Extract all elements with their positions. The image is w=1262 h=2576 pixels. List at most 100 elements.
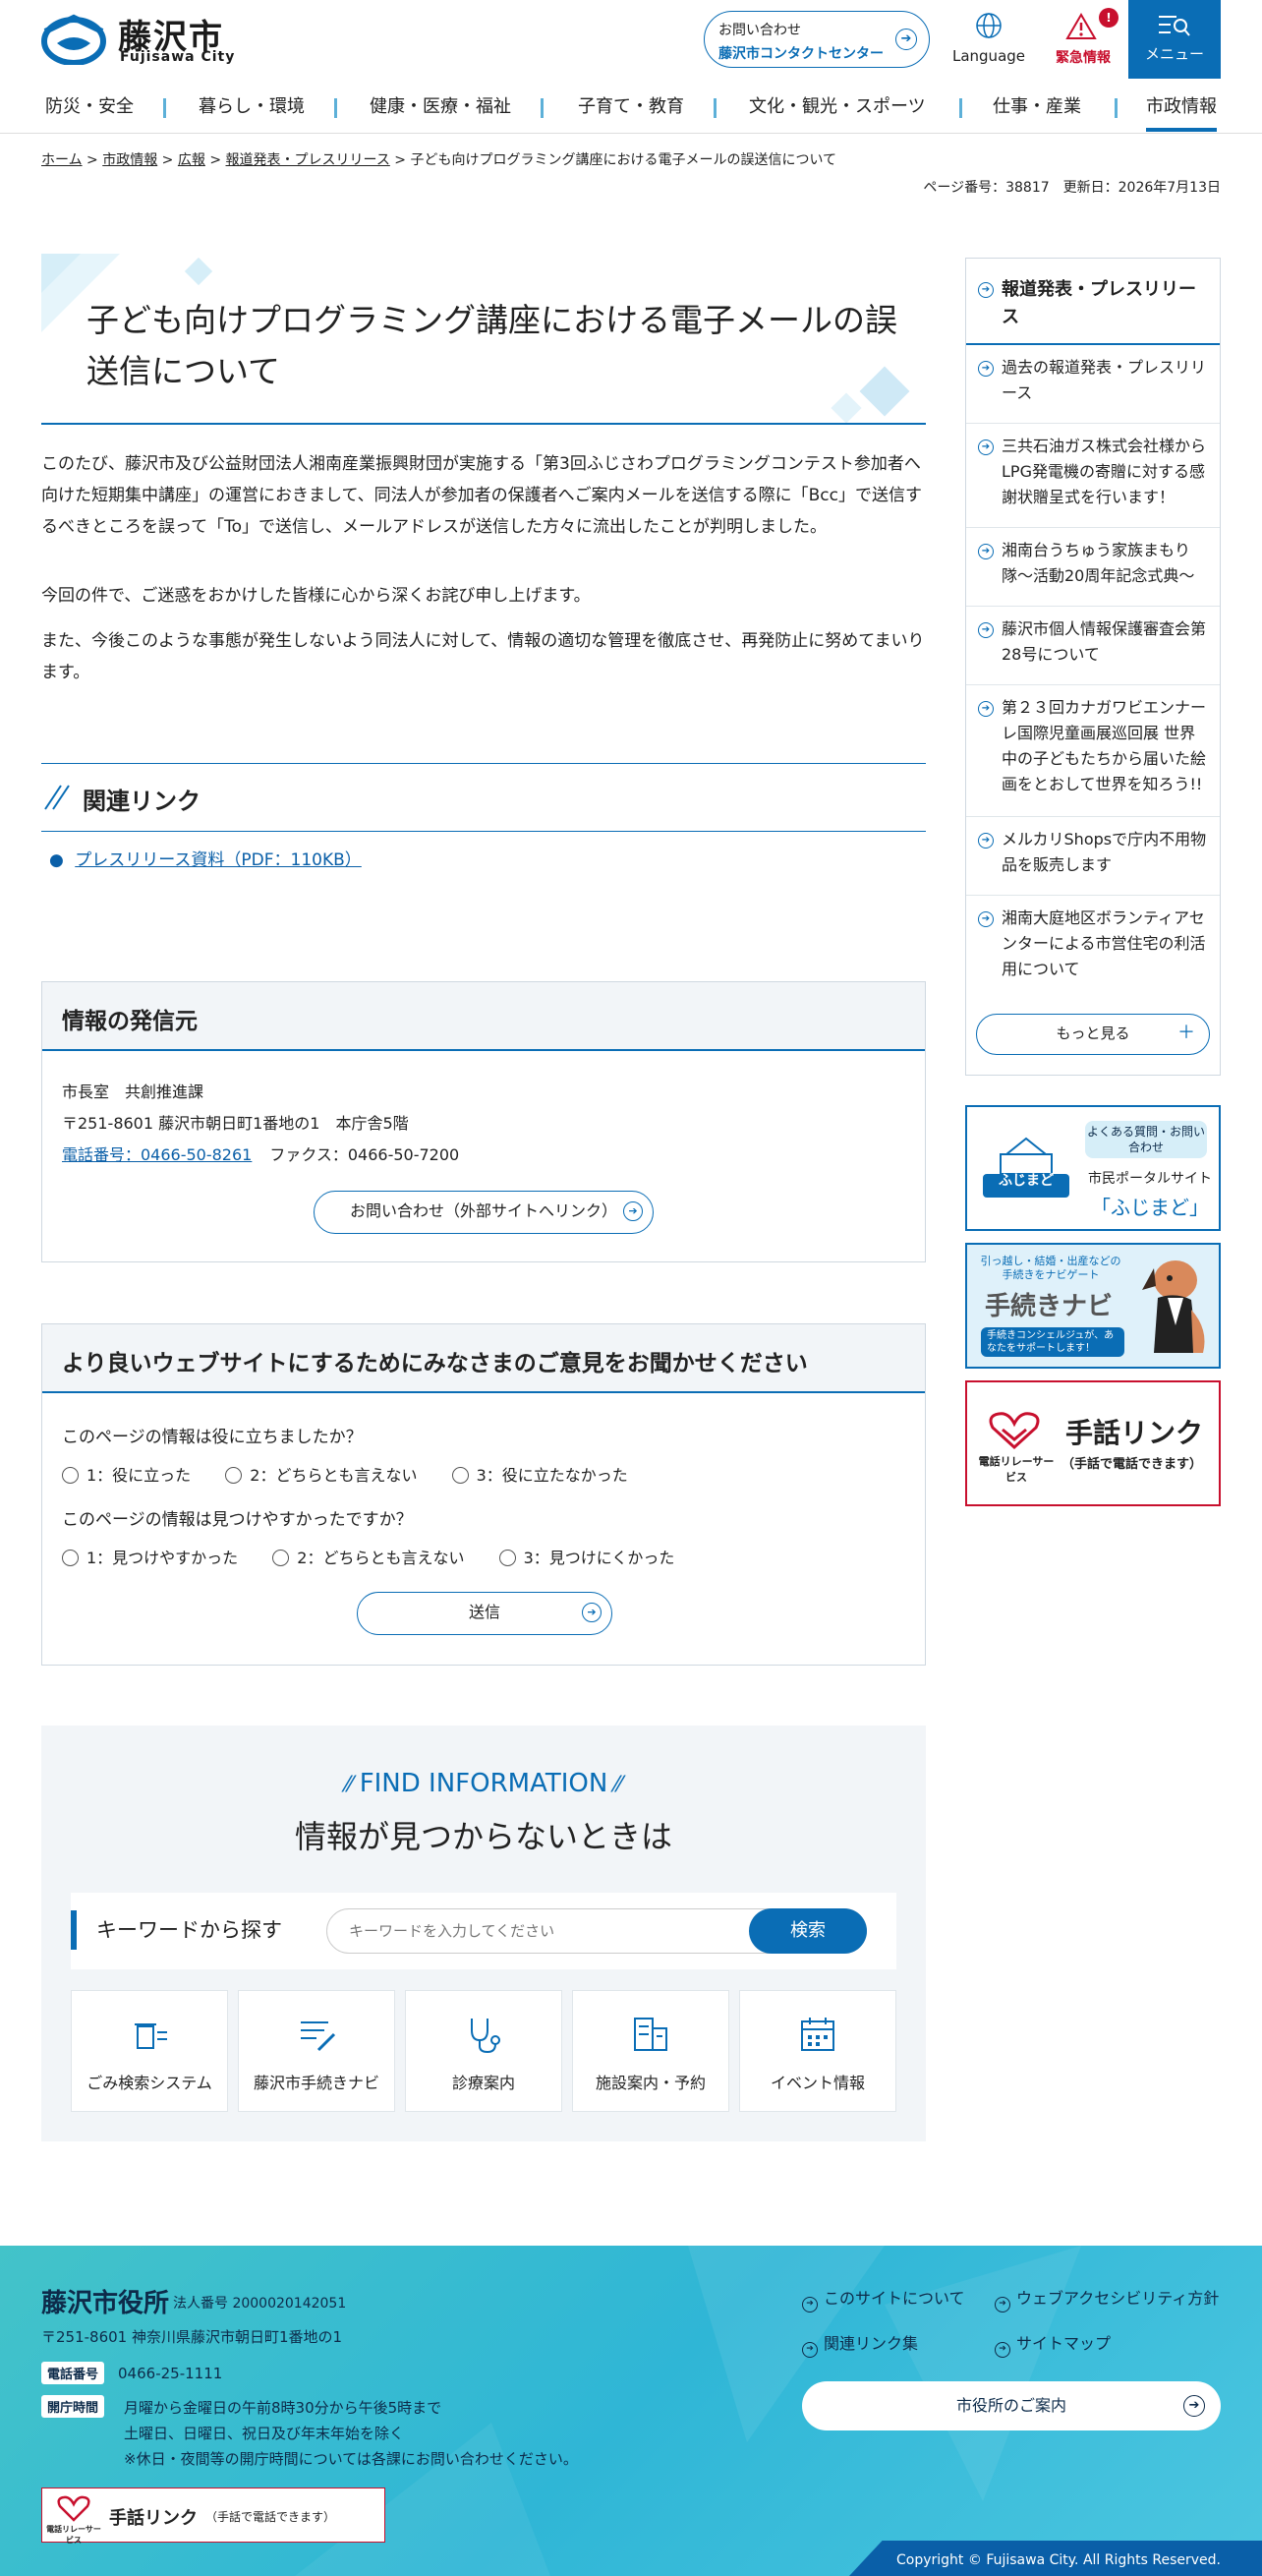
q1-option-3[interactable]: 3：役に立たなかった xyxy=(451,1466,628,1485)
hours-line-2: 土曜日、日曜日、祝日及び年末年始を除く xyxy=(124,2425,405,2442)
tile-clinic-guide[interactable]: 診療案内 xyxy=(405,1990,562,2112)
radio-button[interactable] xyxy=(225,1467,243,1484)
sidebar-item-privacy[interactable]: ➔ 藤沢市個人情報保護審査会第28号について xyxy=(966,607,1220,685)
q2-option-1[interactable]: 1：見つけやすかった xyxy=(62,1549,238,1567)
q1-option-1[interactable]: 1：役に立った xyxy=(62,1466,191,1485)
building-icon xyxy=(634,2018,667,2051)
breadcrumb-pr[interactable]: 広報 xyxy=(178,152,205,168)
q2-option-2[interactable]: 2：どちらとも言えない xyxy=(272,1549,464,1567)
fax-number: ファクス：0466-50-7200 xyxy=(269,1145,460,1164)
tile-facility-reservation[interactable]: 施設案内・予約 xyxy=(572,1990,729,2112)
tile-procedure-navi[interactable]: 藤沢市手続きナビ xyxy=(238,1990,395,2112)
survey-submit-button[interactable]: 送信 ➔ xyxy=(357,1592,612,1635)
sidebar-heading-link[interactable]: ➔ 報道発表・プレスリリース xyxy=(966,259,1220,345)
tile-label: 診療案内 xyxy=(451,2074,515,2092)
contact-external-button[interactable]: お問い合わせ（外部サイトへリンク） ➔ xyxy=(314,1191,654,1234)
survey-box: より良いウェブサイトにするためにみなさまのご意見をお聞かせください このページの… xyxy=(41,1323,926,1666)
relay-service-logo: 電話リレーサービス xyxy=(46,2525,101,2545)
radio-button[interactable] xyxy=(272,1550,290,1566)
phone-link[interactable]: 電話番号：0466-50-8261 xyxy=(62,1145,252,1164)
sidebar-item-past[interactable]: ➔ 過去の報道発表・プレスリリース xyxy=(966,345,1220,424)
q1-option-2[interactable]: 2：どちらとも言えない xyxy=(225,1466,417,1485)
fujimado-banner[interactable]: ふじまど よくある質問・お問い合わせ 市民ポータルサイト 「ふじまど」 xyxy=(965,1105,1221,1231)
radio-button[interactable] xyxy=(498,1550,516,1566)
sidebar-item-oba[interactable]: ➔ 湘南大庭地区ボランティアセンターによる市営住宅の利活用について xyxy=(966,896,1220,994)
page-title-box: 子ども向けプログラミング講座における電子メールの誤送信について xyxy=(41,254,926,425)
breadcrumb-city-info[interactable]: 市政情報 xyxy=(102,152,157,168)
gnav-item-city-info[interactable]: 市政情報 xyxy=(1146,83,1217,132)
breadcrumb-sep: > xyxy=(204,152,226,168)
arrow-right-icon: ➔ xyxy=(978,622,994,638)
dog-mascot-icon xyxy=(1142,1260,1205,1353)
gnav-separator xyxy=(334,98,337,118)
tile-garbage-search[interactable]: ごみ検索システム xyxy=(71,1990,228,2112)
sidebar-item-label: 湘南大庭地区ボランティアセンターによる市営住宅の利活用について xyxy=(1002,908,1206,978)
gnav-item-safety[interactable]: 防災・安全 xyxy=(45,83,134,132)
emergency-info-button[interactable]: ! 緊急情報 xyxy=(1046,8,1120,71)
more-label: もっと見る xyxy=(1056,1025,1130,1042)
breadcrumb: ホーム > 市政情報 > 広報 > 報道発表・プレスリリース > 子ども向けプロ… xyxy=(41,149,836,169)
procedure-navi-banner[interactable]: 引っ越し・結婚・出産などの手続きをナビゲート 手続きナビ 手続きコンシェルジュが… xyxy=(965,1243,1221,1369)
gnav-item-work[interactable]: 仕事・産業 xyxy=(993,83,1081,132)
breadcrumb-sep: > xyxy=(82,152,103,168)
city-emblem-icon[interactable] xyxy=(41,14,106,65)
keyword-search-label: キーワードから探す xyxy=(71,1910,282,1950)
arrow-right-icon: ➔ xyxy=(995,2342,1010,2358)
breadcrumb-sep: > xyxy=(389,152,411,168)
gnav-item-culture[interactable]: 文化・観光・スポーツ xyxy=(749,83,926,132)
radio-button[interactable] xyxy=(451,1467,469,1484)
footer-org-name: 藤沢市役所 xyxy=(41,2289,170,2318)
body-paragraph-2: 今回の件で、ご迷惑をおかけした皆様に心から深くお詫び申し上げます。 xyxy=(41,586,591,606)
more-button[interactable]: もっと見る ＋ xyxy=(976,1014,1210,1055)
footer-sign-language-link[interactable]: 電話リレーサービス 手話リンク （手話で電話できます） xyxy=(41,2488,385,2545)
gnav-item-living[interactable]: 暮らし・環境 xyxy=(199,83,305,132)
find-info-en-heading: ⁄⁄ FIND INFORMATION ⁄⁄ xyxy=(41,1769,926,1798)
sidebar-item-label: 藤沢市個人情報保護審査会第28号について xyxy=(1002,619,1207,664)
info-source-heading: 情報の発信元 xyxy=(42,982,925,1051)
tile-event-info[interactable]: イベント情報 xyxy=(739,1990,896,2112)
contact-external-label: お問い合わせ（外部サイトへリンク） xyxy=(349,1201,617,1220)
keyword-search-button[interactable]: 検索 xyxy=(749,1908,867,1954)
sidebar-item-lpg[interactable]: ➔ 三共石油ガス株式会社様からLPG発電機の寄贈に対する感謝状贈呈式を行います！ xyxy=(966,424,1220,528)
hand-heart-icon xyxy=(57,2495,90,2522)
sidebar-item-shonandai[interactable]: ➔ 湘南台うちゅう家族まもり隊〜活動20周年記念式典〜 xyxy=(966,528,1220,607)
gnav-separator xyxy=(959,98,962,118)
info-source-box: 情報の発信元 市長室 共創推進課 〒251-8601 藤沢市朝日町1番地の1 本… xyxy=(41,981,926,1262)
sidebar-item-biennale[interactable]: ➔ 第２３回カナガワビエンナーレ国際児童画展巡回展 世界中の子どもたちから届いた絵… xyxy=(966,685,1220,817)
city-hall-guide-label: 市役所のご案内 xyxy=(955,2396,1066,2415)
radio-button[interactable] xyxy=(62,1550,79,1566)
arrow-right-icon: ➔ xyxy=(802,2342,818,2358)
footer-link-label: 関連リンク集 xyxy=(824,2334,919,2353)
breadcrumb-press[interactable]: 報道発表・プレスリリース xyxy=(226,152,390,168)
press-release-pdf-link[interactable]: プレスリリース資料（PDF：110KB） xyxy=(75,850,362,870)
navi-subtext: 手続きコンシェルジュが、あなたをサポートします！ xyxy=(981,1327,1124,1357)
sidebar-item-label: メルカリShopsで庁内不用物品を販売します xyxy=(1002,830,1207,874)
arrow-right-icon: ➔ xyxy=(582,1603,602,1622)
sign-language-link-banner[interactable]: 電話リレーサービス 手話リンク （手話で電話できます） xyxy=(965,1380,1221,1506)
sidebar-item-label: 第２３回カナガワビエンナーレ国際児童画展巡回展 世界中の子どもたちから届いた絵画… xyxy=(1002,698,1207,793)
footer-link-about[interactable]: ➔ このサイトについて xyxy=(802,2285,965,2313)
sidebar-item-mercari[interactable]: ➔ メルカリShopsで庁内不用物品を販売します xyxy=(966,817,1220,896)
contact-center-button[interactable]: お問い合わせ 藤沢市コンタクトセンター ➔ xyxy=(704,11,930,68)
city-hall-guide-button[interactable]: 市役所のご案内 ➔ xyxy=(802,2381,1221,2430)
language-button[interactable]: Language xyxy=(947,8,1030,71)
language-label: Language xyxy=(951,47,1026,65)
footer-sign-language-sub: （手話で電話できます） xyxy=(205,2510,336,2524)
gnav-item-health[interactable]: 健康・医療・福祉 xyxy=(370,83,511,132)
gnav-separator xyxy=(714,98,717,118)
footer-link-sitemap[interactable]: ➔ サイトマップ xyxy=(995,2330,1111,2358)
arrow-right-icon: ➔ xyxy=(978,361,994,377)
q1-option-1-label: 1：役に立った xyxy=(86,1466,192,1485)
q2-option-3[interactable]: 3：見つけにくかった xyxy=(498,1549,674,1567)
gnav-item-childcare[interactable]: 子育て・教育 xyxy=(578,83,684,132)
fujimado-tagline: よくある質問・お問い合わせ xyxy=(1085,1121,1207,1158)
menu-button[interactable]: メニュー xyxy=(1128,0,1221,79)
q1-option-3-label: 3：役に立たなかった xyxy=(476,1466,628,1485)
radio-button[interactable] xyxy=(62,1467,79,1484)
sidebar-heading: 報道発表・プレスリリース xyxy=(1002,279,1196,327)
tile-label: 藤沢市手続きナビ xyxy=(253,2074,379,2092)
site-logo-en[interactable]: Fujisawa City xyxy=(120,49,235,65)
footer-link-accessibility[interactable]: ➔ ウェブアクセシビリティ方針 xyxy=(995,2285,1219,2313)
footer-link-related[interactable]: ➔ 関連リンク集 xyxy=(802,2330,918,2358)
breadcrumb-home[interactable]: ホーム xyxy=(41,152,83,168)
